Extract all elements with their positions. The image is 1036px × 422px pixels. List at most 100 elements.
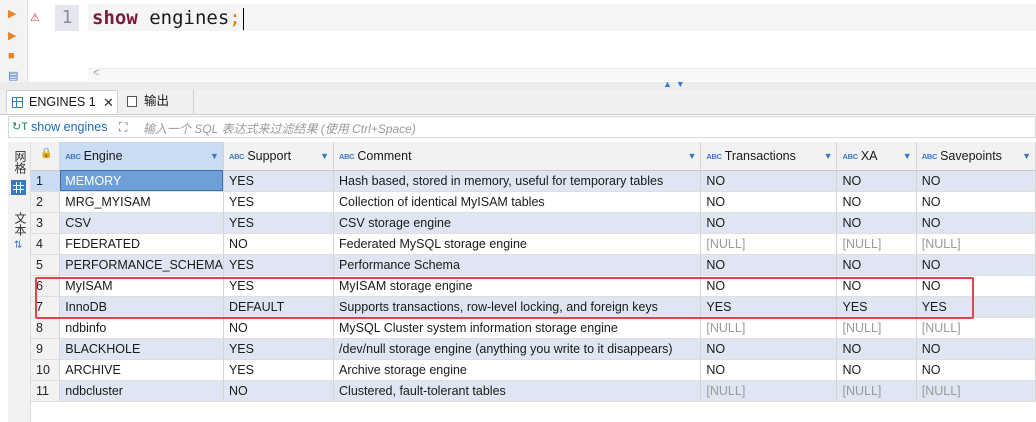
text-view-icon[interactable]: ⇄ xyxy=(12,240,23,248)
cell-support[interactable]: YES xyxy=(223,212,335,234)
cell-engine[interactable]: CSV xyxy=(59,212,224,234)
cell-row-number[interactable]: 1 xyxy=(31,170,61,192)
execute-step-icon[interactable]: ▶ xyxy=(8,30,20,42)
scroll-left-icon[interactable]: < xyxy=(93,67,99,79)
cell-support[interactable]: YES xyxy=(223,170,335,192)
cell-engine[interactable]: FEDERATED xyxy=(59,233,224,255)
cell-comment[interactable]: MyISAM storage engine xyxy=(333,275,702,297)
cell-savepoints[interactable]: [NULL] xyxy=(916,233,1036,255)
cell-row-number[interactable]: 8 xyxy=(31,317,61,339)
sort-dropdown-icon[interactable]: ▼ xyxy=(1022,151,1031,161)
cell-transactions[interactable]: YES xyxy=(700,296,838,318)
cell-engine[interactable]: PERFORMANCE_SCHEMA xyxy=(59,254,224,276)
cell-xa[interactable]: NO xyxy=(836,170,917,192)
cell-xa[interactable]: NO xyxy=(836,254,917,276)
cell-savepoints[interactable]: NO xyxy=(916,170,1036,192)
cell-row-number[interactable]: 10 xyxy=(31,359,61,381)
cell-transactions[interactable]: [NULL] xyxy=(700,233,838,255)
cell-xa[interactable]: [NULL] xyxy=(836,380,917,402)
result-filter-bar[interactable]: ↻T show engines ⛶ 输入一个 SQL 表达式来过滤结果 (使用 … xyxy=(8,116,1036,138)
close-tab-icon[interactable]: ✕ xyxy=(103,91,114,114)
cell-row-number[interactable]: 3 xyxy=(31,212,61,234)
sort-dropdown-icon[interactable]: ▼ xyxy=(210,151,219,161)
cell-support[interactable]: YES xyxy=(223,338,335,360)
cell-savepoints[interactable]: NO xyxy=(916,338,1036,360)
cell-xa[interactable]: NO xyxy=(836,212,917,234)
splitter-arrows-icon[interactable]: ▲▼ xyxy=(663,79,689,89)
cell-engine[interactable]: ndbcluster xyxy=(59,380,224,402)
cell-engine[interactable]: MRG_MYISAM xyxy=(59,191,224,213)
cell-row-number[interactable]: 11 xyxy=(31,380,61,402)
table-row[interactable]: 4 FEDERATED NO Federated MySQL storage engi… xyxy=(31,233,1036,255)
cell-row-number[interactable]: 6 xyxy=(31,275,61,297)
cell-comment[interactable]: Archive storage engine xyxy=(333,359,702,381)
sort-dropdown-icon[interactable]: ▼ xyxy=(903,151,912,161)
cell-row-number[interactable]: 4 xyxy=(31,233,61,255)
cell-support[interactable]: DEFAULT xyxy=(223,296,335,318)
cell-transactions[interactable]: [NULL] xyxy=(700,317,838,339)
sort-dropdown-icon[interactable]: ▼ xyxy=(687,151,696,161)
cell-comment[interactable]: Hash based, stored in memory, useful for… xyxy=(333,170,702,192)
execute-icon[interactable]: ▶ xyxy=(8,8,20,20)
cell-comment[interactable]: /dev/null storage engine (anything you w… xyxy=(333,338,702,360)
table-row[interactable]: 1 MEMORY YES Hash based, stored in memory, … xyxy=(31,170,1036,192)
column-header-comment[interactable]: ABC Comment ▼ xyxy=(333,142,702,171)
cell-support[interactable]: YES xyxy=(223,275,335,297)
sql-editor[interactable]: ▶ ▶ ■ ▤ ⚠ 1 show engines; < xyxy=(0,0,1036,82)
cell-transactions[interactable]: NO xyxy=(700,212,838,234)
cell-engine[interactable]: BLACKHOLE xyxy=(59,338,224,360)
cell-engine[interactable]: MEMORY xyxy=(59,170,224,192)
tab-output[interactable]: 输出 xyxy=(122,90,194,114)
cell-xa[interactable]: [NULL] xyxy=(836,317,917,339)
cell-row-number[interactable]: 9 xyxy=(31,338,61,360)
cell-support[interactable]: YES xyxy=(223,359,335,381)
cell-savepoints[interactable]: [NULL] xyxy=(916,380,1036,402)
cell-transactions[interactable]: NO xyxy=(700,275,838,297)
column-header-savepoints[interactable]: ABC Savepoints ▼ xyxy=(916,142,1036,171)
cell-comment[interactable]: Supports transactions, row-level locking… xyxy=(333,296,702,318)
panel-splitter[interactable]: ▲▼ xyxy=(0,79,1036,90)
text-view-label[interactable]: 文本 xyxy=(12,212,29,236)
cell-xa[interactable]: YES xyxy=(836,296,917,318)
cell-savepoints[interactable]: NO xyxy=(916,359,1036,381)
cell-transactions[interactable]: NO xyxy=(700,191,838,213)
cell-row-number[interactable]: 7 xyxy=(31,296,61,318)
cell-comment[interactable]: Collection of identical MyISAM tables xyxy=(333,191,702,213)
cell-transactions[interactable]: NO xyxy=(700,170,838,192)
cell-comment[interactable]: Performance Schema xyxy=(333,254,702,276)
cell-support[interactable]: YES xyxy=(223,191,335,213)
cell-xa[interactable]: [NULL] xyxy=(836,233,917,255)
cell-comment[interactable]: CSV storage engine xyxy=(333,212,702,234)
sort-dropdown-icon[interactable]: ▼ xyxy=(824,151,833,161)
expand-icon[interactable]: ⛶ xyxy=(119,120,133,134)
cell-engine[interactable]: ARCHIVE xyxy=(59,359,224,381)
table-row[interactable]: 9 BLACKHOLE YES/dev/null storage engine (a… xyxy=(31,338,1036,360)
table-row[interactable]: 6 MyISAM YES MyISAM storage engine NO NO NO xyxy=(31,275,1036,297)
cell-savepoints[interactable]: NO xyxy=(916,191,1036,213)
table-row[interactable]: 2 MRG_MYISAM YES Collection of identical My… xyxy=(31,191,1036,213)
cell-transactions[interactable]: NO xyxy=(700,338,838,360)
cell-savepoints[interactable]: YES xyxy=(916,296,1036,318)
table-row[interactable]: 5 PERFORMANCE_SCHEMA YES Performance Schema… xyxy=(31,254,1036,276)
table-row[interactable]: 7 InnoDB DEFAULT Supports transactions, row… xyxy=(31,296,1036,318)
cell-transactions[interactable]: NO xyxy=(700,359,838,381)
grid-view-label[interactable]: 网格 xyxy=(12,150,29,174)
column-header-support[interactable]: ABC Support ▼ xyxy=(223,142,335,171)
script-icon[interactable]: ▤ xyxy=(8,70,20,82)
cell-xa[interactable]: NO xyxy=(836,275,917,297)
cell-xa[interactable]: NO xyxy=(836,191,917,213)
cell-comment[interactable]: Clustered, fault-tolerant tables xyxy=(333,380,702,402)
cell-engine[interactable]: MyISAM xyxy=(59,275,224,297)
column-header-engine[interactable]: ABC Engine ▼ xyxy=(59,142,224,171)
editor-horizontal-scrollbar[interactable]: < xyxy=(88,67,1036,81)
sort-dropdown-icon[interactable]: ▼ xyxy=(320,151,329,161)
cell-transactions[interactable]: [NULL] xyxy=(700,380,838,402)
table-row[interactable]: 3 CSV YES CSV storage engine NO NO NO xyxy=(31,212,1036,234)
tab-engines-1[interactable]: ENGINES 1 ✕ xyxy=(6,90,118,114)
cell-comment[interactable]: Federated MySQL storage engine xyxy=(333,233,702,255)
cell-support[interactable]: NO xyxy=(223,233,335,255)
cell-savepoints[interactable]: NO xyxy=(916,254,1036,276)
cell-xa[interactable]: NO xyxy=(836,338,917,360)
cell-savepoints[interactable]: NO xyxy=(916,275,1036,297)
cell-savepoints[interactable]: [NULL] xyxy=(916,317,1036,339)
